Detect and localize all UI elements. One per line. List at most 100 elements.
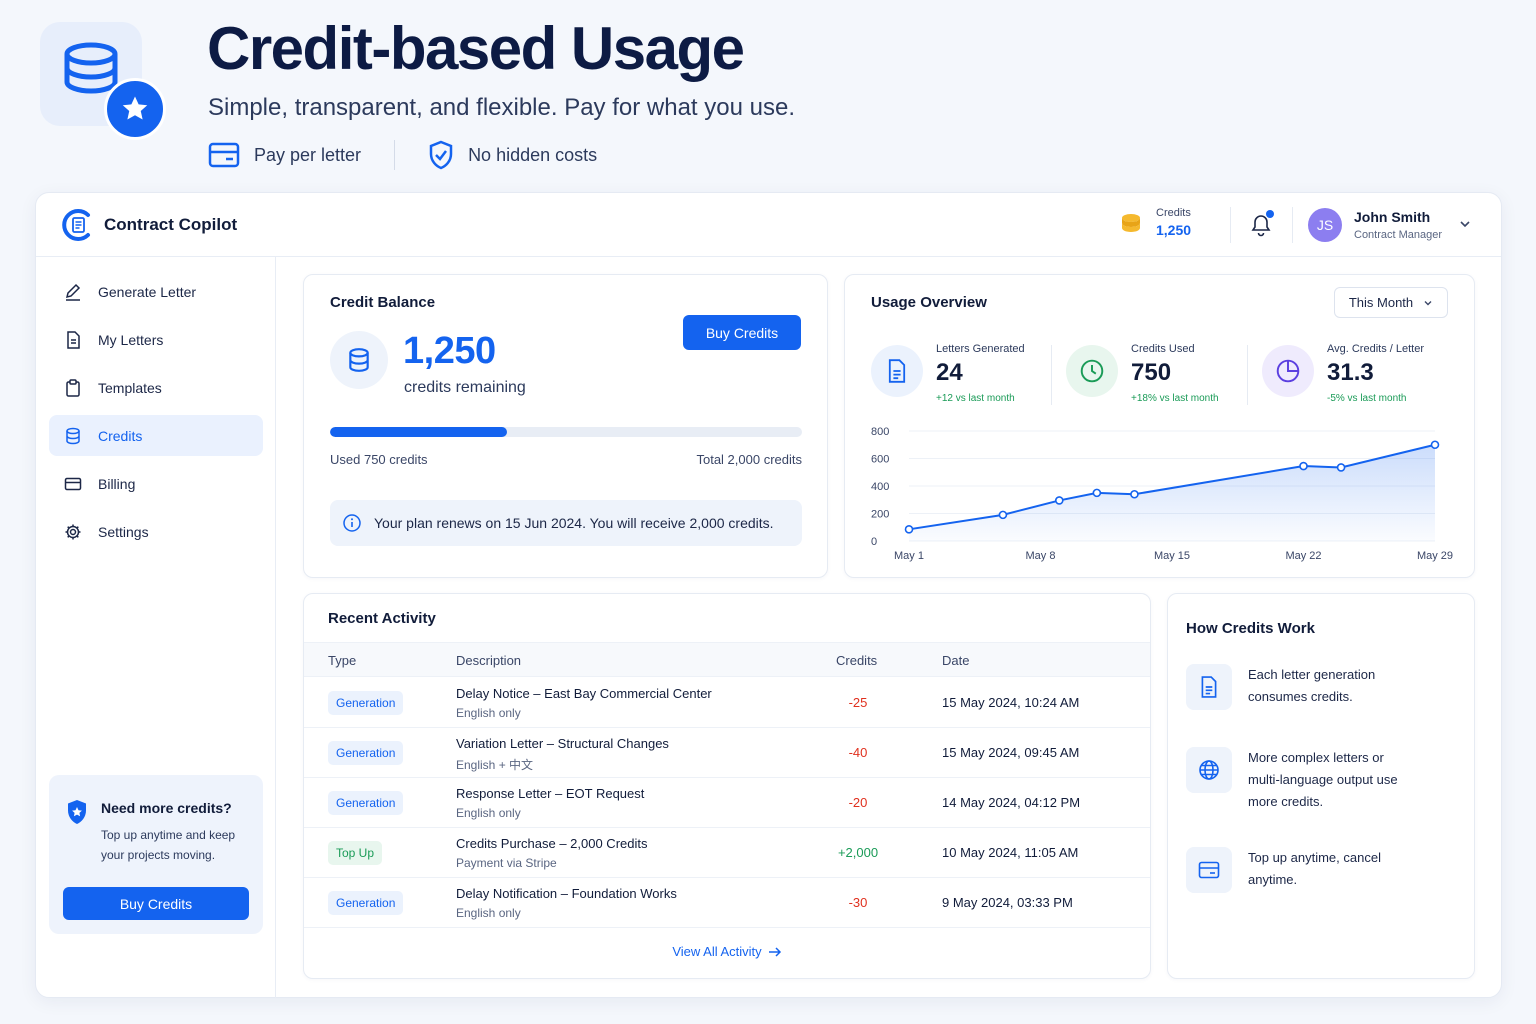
table-row[interactable]: Generation Variation Letter – Structural … xyxy=(304,728,1150,778)
x-tick-label: May 8 xyxy=(1026,550,1056,562)
row-date: 15 May 2024, 10:24 AM xyxy=(942,695,1080,710)
data-point xyxy=(998,510,1008,520)
feature-label: Pay per letter xyxy=(254,144,362,165)
buy-credits-button[interactable]: Buy Credits xyxy=(683,315,801,350)
sidebar-item-credits[interactable]: Credits xyxy=(49,415,263,456)
sidebar-item-billing[interactable]: Billing xyxy=(49,463,263,504)
row-credits: +2,000 xyxy=(837,845,879,860)
credits-value: 1,250 xyxy=(1156,222,1192,238)
card-icon xyxy=(64,477,82,490)
period-select[interactable]: This Month xyxy=(1334,287,1448,318)
column-header: Type xyxy=(328,653,357,668)
sidebar-item-label: Generate Letter xyxy=(98,283,197,300)
sidebar-item-settings[interactable]: Settings xyxy=(49,511,263,552)
document-icon xyxy=(67,330,80,349)
row-credits: -40 xyxy=(848,745,868,760)
row-description: Variation Letter – Structural Changes xyxy=(456,736,669,751)
sidebar-item-label: Billing xyxy=(98,475,136,492)
table-row[interactable]: Generation Delay Notification – Foundatio… xyxy=(304,878,1150,928)
total-credits-label: Total 2,000 credits xyxy=(696,452,802,467)
type-badge: Generation xyxy=(328,791,404,815)
sidebar-item-templates[interactable]: Templates xyxy=(49,367,263,408)
upsell-card: Need more credits? Top up anytime and ke… xyxy=(49,775,263,934)
pen-icon xyxy=(65,283,81,301)
sidebar: Generate Letter My Letters Templates Cre… xyxy=(36,257,276,998)
sidebar-item-my-letters[interactable]: My Letters xyxy=(49,319,263,360)
sidebar-item-label: My Letters xyxy=(98,331,164,348)
renewal-text: Your plan renews on 15 Jun 2024. You wil… xyxy=(374,515,774,531)
coins-icon xyxy=(1122,213,1140,232)
row-credits: -25 xyxy=(848,695,868,710)
progress-fill xyxy=(330,427,507,437)
sidebar-item-label: Templates xyxy=(98,379,162,396)
user-menu[interactable]: JS John Smith Contract Manager xyxy=(1308,208,1442,242)
table-row[interactable]: Generation Response Letter – EOT Request E… xyxy=(304,778,1150,828)
how-item-text: Top up anytime, cancel anytime. xyxy=(1248,850,1381,887)
divider xyxy=(1230,207,1231,243)
row-date: 15 May 2024, 09:45 AM xyxy=(942,745,1080,760)
data-point xyxy=(1299,461,1308,471)
how-item-text: More complex letters or multi-language o… xyxy=(1248,750,1398,809)
shield-check-icon xyxy=(429,140,453,170)
column-header: Description xyxy=(456,653,522,668)
used-credits-label: Used 750 credits xyxy=(330,452,428,467)
period-value: This Month xyxy=(1348,295,1414,310)
arrow-right-icon xyxy=(768,946,781,957)
type-badge: Generation xyxy=(328,691,404,715)
credit-progress-bar xyxy=(330,427,802,437)
card-title: Recent Activity xyxy=(328,610,436,627)
x-tick-label: May 22 xyxy=(1285,550,1321,562)
data-point xyxy=(1092,488,1102,498)
table-row[interactable]: Top Up Credits Purchase – 2,000 Credits Pa… xyxy=(304,828,1150,878)
how-credits-work-card: How Credits Work Each letter generation … xyxy=(1167,593,1475,979)
globe-icon xyxy=(1186,747,1232,793)
row-credits: -30 xyxy=(848,895,868,910)
gear-icon xyxy=(65,524,81,539)
card-icon xyxy=(1186,847,1232,893)
info-icon xyxy=(343,514,361,532)
app-window: Contract Copilot Credits 1,250 JS John S… xyxy=(35,192,1502,998)
brand[interactable]: Contract Copilot xyxy=(62,208,237,242)
shield-star-icon xyxy=(68,800,86,824)
buy-credits-button[interactable]: Buy Credits xyxy=(63,887,249,920)
divider xyxy=(1051,345,1052,405)
x-tick-label: May 1 xyxy=(894,550,924,562)
view-all-label: View All Activity xyxy=(672,944,762,959)
table-row[interactable]: Generation Delay Notice – East Bay Commer… xyxy=(304,678,1150,728)
document-icon xyxy=(1186,664,1232,710)
table-header: Type Description Credits Date xyxy=(304,642,1150,677)
type-badge: Generation xyxy=(328,891,404,915)
page-title: Credit-based Usage xyxy=(207,15,745,82)
user-role: Contract Manager xyxy=(1354,229,1443,241)
row-description: Response Letter – EOT Request xyxy=(456,786,645,801)
y-tick-label: 800 xyxy=(871,426,889,438)
series-area xyxy=(909,444,1435,541)
clipboard-icon xyxy=(66,378,80,397)
kpi-value: 31.3 xyxy=(1327,359,1374,386)
credit-balance-value: 1,250 xyxy=(403,330,496,372)
usage-overview-card: Usage Overview This Month Letters Genera… xyxy=(844,274,1475,578)
chevron-down-icon[interactable] xyxy=(1458,217,1472,231)
kpi-label: Credits Used xyxy=(1131,343,1195,355)
view-all-activity-link[interactable]: View All Activity xyxy=(304,944,1150,959)
usage-chart: 0 200 400 600 800 May 1 May 8 May 15 May 22 May 2… xyxy=(871,426,1453,562)
row-description: Delay Notification – Foundation Works xyxy=(456,886,677,901)
credit-balance-sub: credits remaining xyxy=(404,379,526,396)
upsell-text: Top up anytime and keep your projects mo… xyxy=(101,828,236,862)
card-icon xyxy=(208,142,240,168)
column-header: Credits xyxy=(836,653,878,668)
y-tick-label: 400 xyxy=(871,481,889,493)
column-header: Date xyxy=(942,653,970,668)
feature-pay-per-letter: Pay per letter xyxy=(208,142,361,168)
contract-copilot-logo-icon xyxy=(62,209,90,241)
top-bar: Contract Copilot Credits 1,250 JS John S… xyxy=(36,193,1501,257)
chevron-down-icon xyxy=(1424,300,1432,305)
credits-indicator[interactable]: Credits 1,250 xyxy=(1120,207,1191,238)
divider xyxy=(1292,207,1293,243)
card-title: How Credits Work xyxy=(1186,620,1315,637)
row-description: Credits Purchase – 2,000 Credits xyxy=(456,836,648,851)
hero-features: Pay per letter No hidden costs xyxy=(208,140,597,170)
sidebar-item-generate-letter[interactable]: Generate Letter xyxy=(49,271,263,312)
x-tick-label: May 29 xyxy=(1417,550,1453,562)
card-title: Usage Overview xyxy=(871,294,987,311)
